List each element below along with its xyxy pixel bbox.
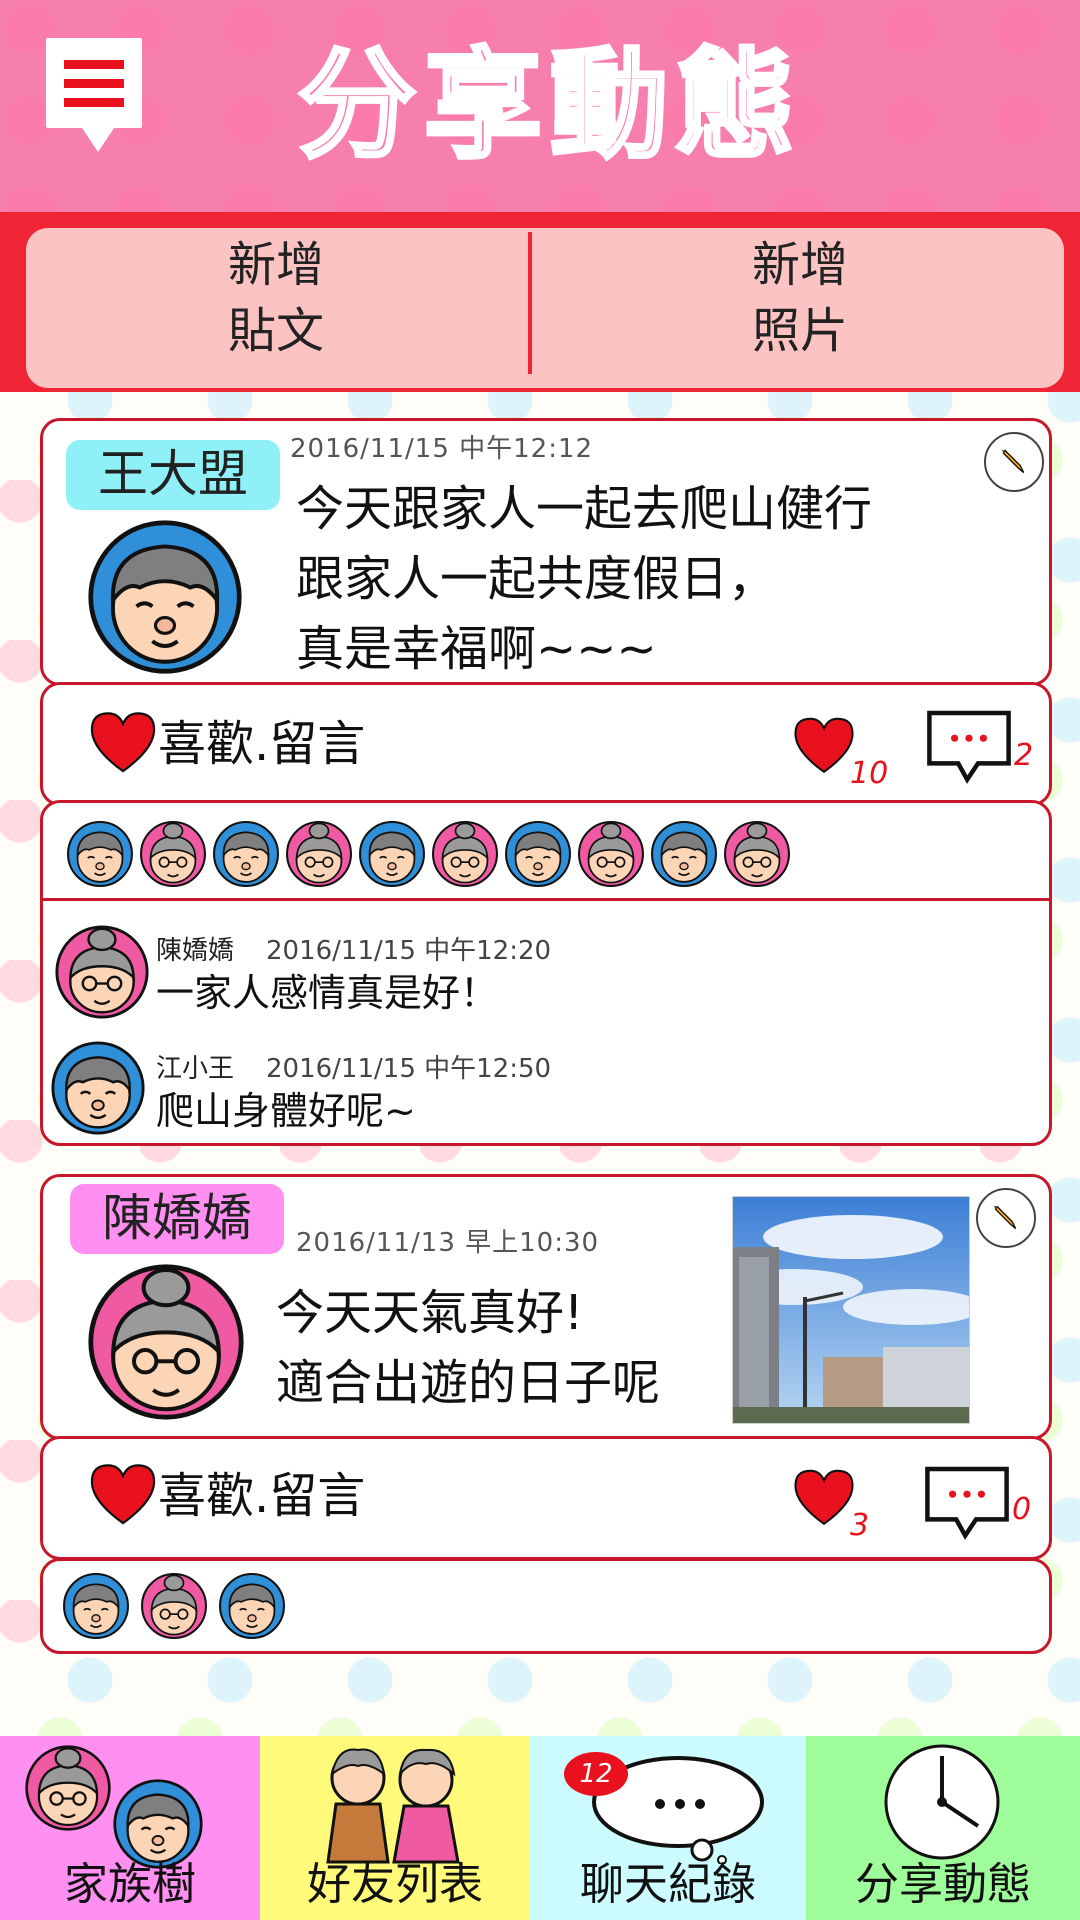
grandma-icon: [24, 1744, 112, 1832]
pencil-icon: [984, 1196, 1028, 1240]
like-count: 10: [850, 756, 889, 791]
liker-avatar[interactable]: [139, 820, 207, 888]
comment-count: 0: [1012, 1492, 1032, 1527]
menu-bar: [64, 59, 124, 69]
nav-chat[interactable]: 12 聊天紀錄: [530, 1736, 806, 1920]
new-post-label-1: 新增: [227, 237, 324, 293]
nav-label: 分享動態: [855, 1859, 1031, 1910]
heart-icon[interactable]: [86, 702, 160, 784]
like-count-heart-icon: [790, 710, 858, 782]
post-author[interactable]: 陳嬌嬌: [70, 1184, 284, 1254]
nav-label: 家族樹: [64, 1859, 196, 1910]
edit-post-button[interactable]: [976, 1188, 1036, 1248]
comment-icon[interactable]: [922, 1460, 1012, 1550]
liker-avatar[interactable]: [650, 820, 718, 888]
nav-label: 聊天紀錄: [580, 1859, 756, 1910]
like-count-heart-icon: [790, 1462, 858, 1534]
liker-avatar[interactable]: [358, 820, 426, 888]
author-avatar[interactable]: [86, 518, 244, 676]
liker-avatar[interactable]: [212, 820, 280, 888]
new-photo-label-1: 新增: [751, 237, 848, 293]
menu-bar: [64, 78, 124, 88]
new-post-button[interactable]: 新增 貼文: [26, 232, 526, 372]
row-divider: [42, 898, 1050, 901]
like-count: 3: [850, 1508, 870, 1543]
liker-avatar[interactable]: [62, 1572, 130, 1640]
comment-text: 爬山身體好呢~: [156, 1089, 416, 1133]
pencil-icon: [992, 440, 1036, 484]
new-photo-button[interactable]: 新增 照片: [550, 232, 1050, 372]
post-text: 今天跟家人一起去爬山健行 跟家人一起共度假日， 真是幸福啊~~~: [296, 474, 1016, 684]
action-divider: [528, 232, 532, 374]
like-comment-button[interactable]: 喜歡.留言: [158, 714, 365, 774]
liker-avatar[interactable]: [577, 820, 645, 888]
menu-icon[interactable]: [46, 38, 142, 152]
page-title: 分享動態: [296, 34, 802, 176]
post-text-line: 跟家人一起共度假日，: [296, 551, 777, 607]
photo-image: [733, 1197, 969, 1423]
liker-avatar[interactable]: [504, 820, 572, 888]
post-text-line: 今天天氣真好!: [276, 1285, 584, 1341]
commenter-avatar[interactable]: [50, 1040, 146, 1136]
nav-label: 好友列表: [307, 1859, 483, 1910]
post-timestamp: 2016/11/13 早上10:30: [296, 1228, 600, 1258]
post-text: 今天天氣真好! 適合出遊的日子呢: [276, 1278, 736, 1418]
post-text-line: 真是幸福啊~~~: [296, 621, 657, 677]
like-comment-button[interactable]: 喜歡.留言: [158, 1466, 365, 1526]
liker-avatar[interactable]: [431, 820, 499, 888]
comment-text: 一家人感情真是好！: [156, 971, 499, 1015]
nav-share[interactable]: 分享動態: [806, 1736, 1080, 1920]
commenter-avatar[interactable]: [54, 924, 150, 1020]
menu-bar: [64, 97, 124, 107]
liker-avatar[interactable]: [218, 1572, 286, 1640]
author-avatar[interactable]: [86, 1262, 246, 1422]
friends-icon: [326, 1748, 460, 1864]
edit-post-button[interactable]: [984, 432, 1044, 492]
new-photo-label-2: 照片: [751, 303, 848, 359]
new-post-label-2: 貼文: [227, 303, 324, 359]
liker-avatar[interactable]: [140, 1572, 208, 1640]
post-photo[interactable]: [732, 1196, 970, 1424]
liker-avatar[interactable]: [723, 820, 791, 888]
heart-icon[interactable]: [86, 1454, 160, 1536]
chat-badge: 12: [564, 1752, 628, 1796]
nav-family-tree[interactable]: 家族樹: [0, 1736, 260, 1920]
comment-icon[interactable]: [924, 704, 1014, 794]
post-text-line: 適合出遊的日子呢: [276, 1355, 661, 1411]
post-author[interactable]: 王大盟: [66, 440, 280, 510]
post-text-line: 今天跟家人一起去爬山健行: [296, 481, 873, 537]
clock-icon: [884, 1744, 1000, 1860]
comment-count: 2: [1014, 738, 1034, 773]
post-timestamp: 2016/11/15 中午12:12: [290, 434, 594, 464]
liker-avatar[interactable]: [66, 820, 134, 888]
liker-avatar[interactable]: [285, 820, 353, 888]
nav-friends[interactable]: 好友列表: [260, 1736, 530, 1920]
app-header: 分享動態: [0, 0, 1080, 212]
